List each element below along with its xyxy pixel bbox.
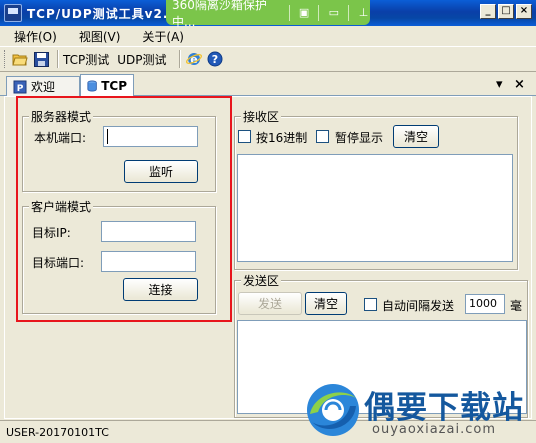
- toolbar-grip[interactable]: [4, 50, 7, 68]
- tab-welcome[interactable]: P 欢迎: [6, 76, 80, 96]
- interval-unit-label: 毫: [510, 299, 523, 313]
- interval-input[interactable]: 1000: [465, 294, 505, 314]
- menu-about[interactable]: 关于(A): [142, 28, 184, 45]
- receive-clear-button[interactable]: 清空: [393, 125, 439, 148]
- tab-strip: P 欢迎 TCP ▾ ×: [0, 74, 536, 96]
- svg-text:?: ?: [211, 53, 217, 66]
- window-title: TCP/UDP测试工具v2.1: [27, 6, 178, 21]
- send-area-title: 发送区: [241, 272, 282, 289]
- close-button[interactable]: ×: [516, 4, 532, 19]
- open-folder-icon[interactable]: [11, 50, 29, 68]
- maximize-button[interactable]: □: [498, 4, 514, 19]
- send-button[interactable]: 发送: [238, 292, 302, 315]
- highlight-box: [16, 96, 232, 322]
- udp-test-button[interactable]: UDP测试: [117, 51, 166, 68]
- menu-view[interactable]: 视图(V): [79, 28, 121, 45]
- hex-label: 按16进制: [256, 131, 308, 145]
- auto-send-label: 自动间隔发送: [382, 299, 455, 313]
- watermark-logo: 偶要下载站 ouyaoxiazai.com: [300, 378, 536, 443]
- hex-checkbox[interactable]: [238, 130, 251, 143]
- tab-welcome-label: 欢迎: [31, 80, 56, 94]
- pause-checkbox[interactable]: [316, 130, 329, 143]
- menu-operate[interactable]: 操作(O): [14, 28, 57, 45]
- sandbox-banner[interactable]: 360隔离沙箱保护中... ▣ ▭ ⊥: [166, 0, 370, 29]
- app-icon: [4, 4, 22, 22]
- minimize-button[interactable]: _: [480, 4, 496, 19]
- tab-close-button[interactable]: ×: [514, 77, 525, 92]
- ie-icon[interactable]: e: [185, 50, 203, 68]
- welcome-icon: P: [13, 80, 27, 94]
- help-icon[interactable]: ?: [206, 50, 224, 68]
- database-icon: [87, 79, 97, 92]
- sandbox-window-icon[interactable]: ▭: [327, 6, 340, 20]
- toolbar: TCP测试 UDP测试 e ?: [0, 46, 536, 72]
- logo-swirl-icon: [307, 384, 359, 436]
- auto-send-checkbox[interactable]: [364, 298, 377, 311]
- watermark-url: ouyaoxiazai.com: [372, 422, 496, 437]
- watermark-brand: 偶要下载站: [364, 390, 524, 426]
- receive-area-title: 接收区: [241, 108, 282, 125]
- tab-tcp-label: TCP: [101, 78, 127, 93]
- pause-label: 暂停显示: [335, 131, 384, 145]
- menu-bar: 操作(O) 视图(V) 关于(A): [0, 26, 536, 46]
- svg-text:P: P: [17, 84, 24, 94]
- tab-dropdown-icon[interactable]: ▾: [496, 77, 503, 92]
- sandbox-folder-icon[interactable]: ▣: [298, 6, 311, 20]
- save-icon[interactable]: [32, 50, 50, 68]
- status-text: USER-20170101TC: [6, 425, 109, 439]
- send-clear-button[interactable]: 清空: [305, 292, 347, 315]
- receive-textarea[interactable]: [237, 154, 513, 262]
- tab-tcp[interactable]: TCP: [80, 74, 134, 96]
- pin-icon[interactable]: ⊥: [357, 6, 370, 20]
- window-controls: _ □ ×: [480, 4, 532, 19]
- tcp-test-button[interactable]: TCP测试: [63, 51, 109, 68]
